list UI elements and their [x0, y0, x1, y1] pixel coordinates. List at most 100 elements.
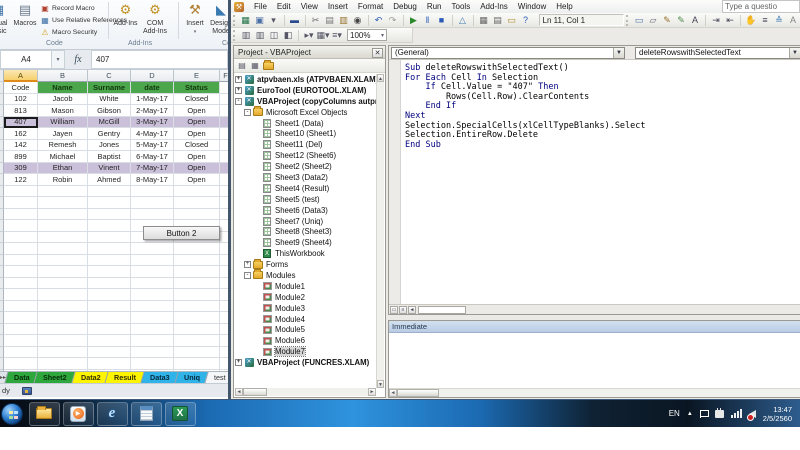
- cell[interactable]: 3-May-17: [131, 117, 174, 129]
- menu-insert[interactable]: Insert: [323, 2, 353, 11]
- cell[interactable]: Jones: [88, 140, 131, 152]
- tree-item[interactable]: +Forms: [235, 259, 376, 270]
- scroll-up-arrow[interactable]: ▲: [377, 74, 384, 82]
- empty-cell[interactable]: [38, 289, 88, 301]
- empty-cell[interactable]: [88, 255, 131, 267]
- cell[interactable]: Gentry: [88, 128, 131, 140]
- empty-cell[interactable]: [220, 220, 228, 232]
- run-icon[interactable]: ▶: [407, 14, 420, 27]
- empty-cell[interactable]: [220, 312, 228, 324]
- sheet-tab-sheet2[interactable]: Sheet2: [34, 372, 77, 383]
- help-icon[interactable]: ?: [519, 14, 532, 27]
- redo-icon[interactable]: ↷: [386, 14, 399, 27]
- empty-cell[interactable]: [38, 220, 88, 232]
- empty-cell[interactable]: [220, 163, 228, 175]
- empty-cell[interactable]: [88, 324, 131, 336]
- tree-item[interactable]: +✕atpvbaen.xls (ATPVBAEN.XLAM): [235, 74, 376, 85]
- empty-cell[interactable]: [220, 197, 228, 209]
- empty-cell[interactable]: [88, 209, 131, 221]
- code-line[interactable]: Selection.EntireRow.Delete: [405, 131, 800, 141]
- empty-cell[interactable]: [174, 324, 220, 336]
- empty-cell[interactable]: [131, 358, 174, 370]
- tree-item[interactable]: -✕VBAProject (copyColumns autpma: [235, 96, 376, 107]
- menu-add-ins[interactable]: Add-Ins: [475, 2, 513, 11]
- cell[interactable]: 407: [4, 117, 38, 129]
- tree-item[interactable]: Sheet5 (test): [235, 194, 376, 205]
- next-bookmark-icon[interactable]: A: [787, 14, 800, 27]
- menu-edit[interactable]: Edit: [272, 2, 296, 11]
- save-icon[interactable]: ▬: [288, 14, 301, 27]
- tree-item[interactable]: XThisWorkbook: [235, 248, 376, 259]
- empty-cell[interactable]: [220, 324, 228, 336]
- menu-tools[interactable]: Tools: [447, 2, 476, 11]
- empty-cell[interactable]: [88, 186, 131, 198]
- taskbar-item-explorer[interactable]: [29, 402, 60, 426]
- cell[interactable]: Open: [174, 128, 220, 140]
- empty-cell[interactable]: [131, 255, 174, 267]
- empty-cell[interactable]: [131, 347, 174, 359]
- empty-cell[interactable]: [88, 335, 131, 347]
- empty-cell[interactable]: [174, 197, 220, 209]
- empty-cell[interactable]: [4, 312, 38, 324]
- dropdown-icon[interactable]: ▾: [267, 14, 280, 27]
- properties-icon[interactable]: ▤: [491, 14, 504, 27]
- tree-item[interactable]: Module6: [235, 335, 376, 346]
- empty-cell[interactable]: [174, 209, 220, 221]
- column-header-A[interactable]: A: [4, 70, 38, 82]
- empty-cell[interactable]: [220, 301, 228, 313]
- menu-window[interactable]: Window: [513, 2, 551, 11]
- empty-cell[interactable]: [4, 301, 38, 313]
- empty-cell[interactable]: [38, 278, 88, 290]
- send-back-icon[interactable]: ▥: [254, 29, 267, 42]
- empty-cell[interactable]: [88, 243, 131, 255]
- collapse-icon[interactable]: -: [244, 109, 251, 116]
- column-header-C[interactable]: C: [88, 70, 131, 82]
- menu-view[interactable]: View: [296, 2, 323, 11]
- project-tree-horizontal-scrollbar[interactable]: ◄ ►: [235, 388, 376, 396]
- empty-cell[interactable]: [131, 278, 174, 290]
- empty-cell[interactable]: [220, 186, 228, 198]
- empty-cell[interactable]: [174, 289, 220, 301]
- form-button-2[interactable]: Button 2: [143, 226, 220, 240]
- tree-item[interactable]: Module3: [235, 303, 376, 314]
- reset-icon[interactable]: ■: [435, 14, 448, 27]
- expand-icon[interactable]: +: [244, 261, 251, 268]
- empty-cell[interactable]: [131, 197, 174, 209]
- cell[interactable]: Remesh: [38, 140, 88, 152]
- tree-item[interactable]: Sheet12 (Sheet6): [235, 150, 376, 161]
- menu-help[interactable]: Help: [551, 2, 577, 11]
- empty-cell[interactable]: [38, 301, 88, 313]
- toggle-folders-icon[interactable]: [262, 60, 274, 72]
- copy-icon[interactable]: ▤: [323, 14, 336, 27]
- empty-cell[interactable]: [174, 335, 220, 347]
- tree-item[interactable]: Module7: [235, 346, 376, 357]
- macro-record-indicator[interactable]: [22, 387, 32, 395]
- empty-cell[interactable]: [4, 232, 38, 244]
- comment-block-icon[interactable]: ✋: [745, 14, 758, 27]
- tree-item[interactable]: Sheet7 (Uniq): [235, 216, 376, 227]
- ungroup-icon[interactable]: ◧: [282, 29, 295, 42]
- break-icon[interactable]: ‖: [421, 14, 434, 27]
- empty-cell[interactable]: [88, 197, 131, 209]
- cell[interactable]: Closed: [174, 94, 220, 106]
- tree-item[interactable]: Module2: [235, 292, 376, 303]
- empty-cell[interactable]: [38, 197, 88, 209]
- cell[interactable]: Ethan: [38, 163, 88, 175]
- project-panel-title[interactable]: Project - VBAProject ✕: [234, 46, 385, 59]
- outdent-icon[interactable]: ⇤: [724, 14, 737, 27]
- tree-item[interactable]: Sheet4 (Result): [235, 183, 376, 194]
- tree-item[interactable]: Module5: [235, 324, 376, 335]
- taskbar-item-media-player[interactable]: ▶: [63, 402, 94, 426]
- tree-item[interactable]: -Microsoft Excel Objects: [235, 107, 376, 118]
- cell[interactable]: McGill: [88, 117, 131, 129]
- immediate-window-title[interactable]: Immediate: [389, 321, 800, 333]
- tree-item[interactable]: +✕VBAProject (FUNCRES.XLAM): [235, 357, 376, 368]
- uncomment-block-icon[interactable]: ≡: [759, 14, 772, 27]
- procedure-dropdown[interactable]: deleteRowswithSelectedText ▼: [635, 47, 800, 59]
- complete-word-icon[interactable]: A: [689, 14, 702, 27]
- macros-button[interactable]: ▤ Macros: [12, 1, 38, 28]
- start-button[interactable]: [1, 403, 23, 425]
- code-line[interactable]: End If: [405, 102, 800, 112]
- empty-cell[interactable]: [174, 347, 220, 359]
- tree-item[interactable]: -Modules: [235, 270, 376, 281]
